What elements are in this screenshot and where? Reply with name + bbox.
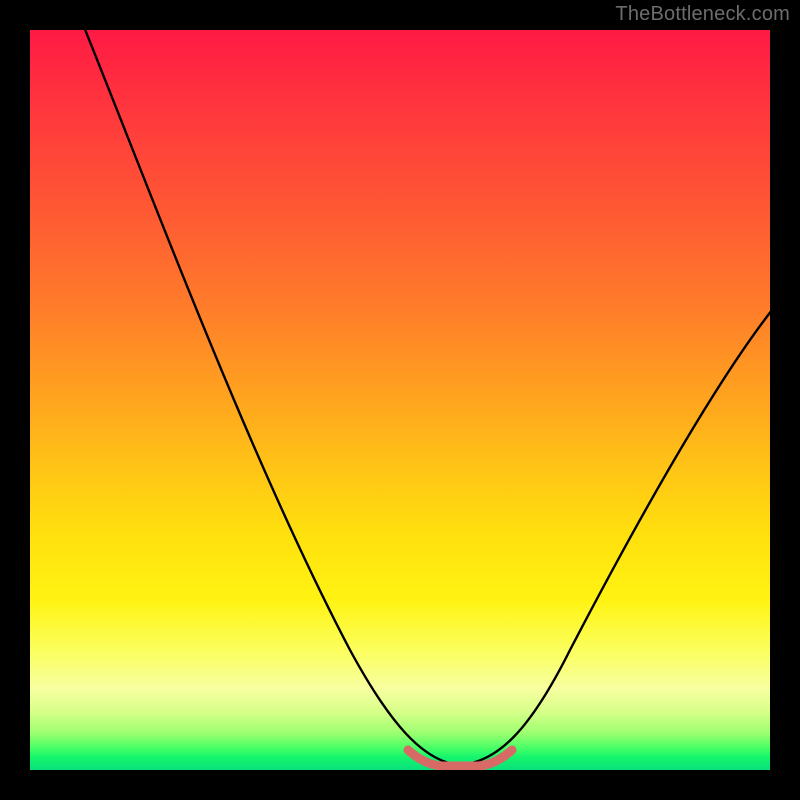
- watermark-text: TheBottleneck.com: [615, 3, 790, 26]
- curve-path: [78, 30, 770, 765]
- chart-frame: TheBottleneck.com: [0, 0, 800, 800]
- plot-area: [30, 30, 770, 770]
- bottleneck-curve: [30, 30, 770, 770]
